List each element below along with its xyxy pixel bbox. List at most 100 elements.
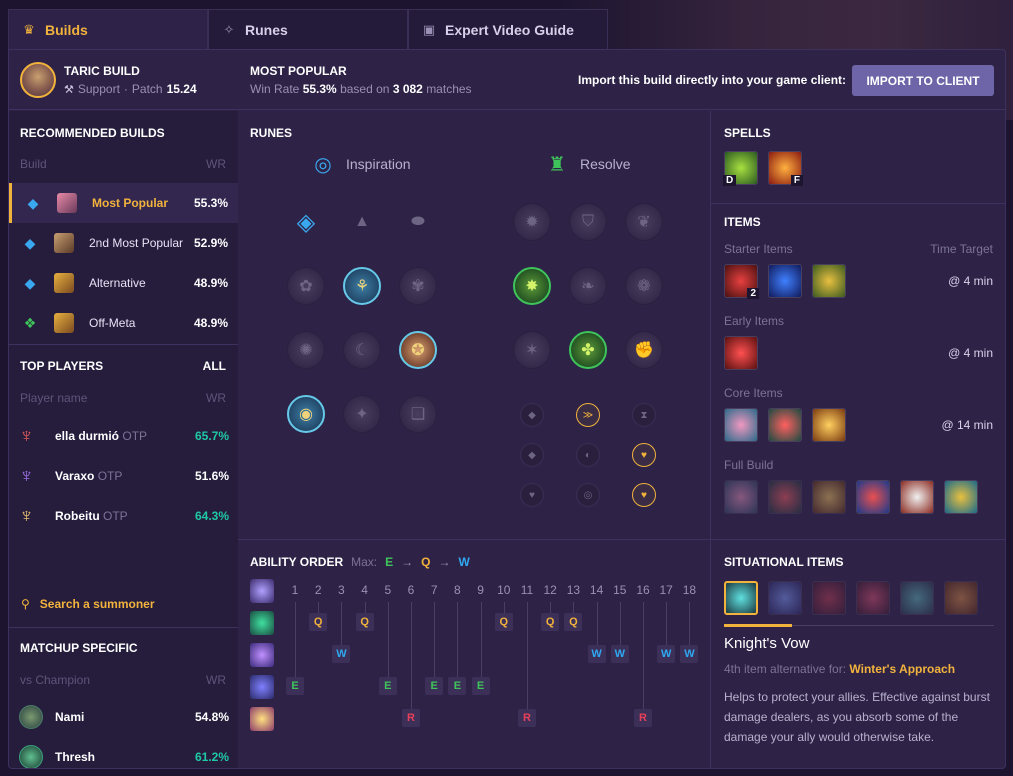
item-early[interactable] xyxy=(724,336,758,370)
ability-level-w-cell: W xyxy=(587,645,606,663)
shard-ability-haste-icon[interactable]: ⧗ xyxy=(632,403,656,427)
item-full-build[interactable] xyxy=(856,480,890,514)
summoner-spell-flash[interactable]: F xyxy=(768,151,803,186)
keystone-rune[interactable]: ⬬ xyxy=(399,203,437,241)
rune-slot[interactable]: ❁ xyxy=(625,267,663,305)
time-target-label: Time Target xyxy=(930,242,993,256)
shard-health-scaling-icon-selected[interactable]: ♥ xyxy=(632,483,656,507)
item-icon xyxy=(57,193,77,213)
player-row[interactable]: ♆ Varaxo OTP 51.6% xyxy=(19,461,229,491)
search-summoner-link[interactable]: ⚲ Search a summoner xyxy=(21,597,155,611)
rune-slot[interactable]: ✾ xyxy=(399,267,437,305)
ability-level-number: 3 xyxy=(338,583,345,597)
ability-level-number: 15 xyxy=(613,583,627,597)
rune-slot[interactable]: ☾ xyxy=(343,331,381,369)
shard-move-speed-icon[interactable]: ◐ xyxy=(576,443,600,467)
situational-item-description: Helps to protect your allies. Effective … xyxy=(724,690,990,744)
patch-value: 15.24 xyxy=(166,82,197,96)
ability-level-number: 6 xyxy=(407,583,415,597)
item-situational[interactable] xyxy=(856,581,890,615)
rune-slot[interactable]: ✹ xyxy=(513,203,551,241)
build-row-2nd-most-popular[interactable]: ◆ 2nd Most Popular 52.9% xyxy=(9,223,238,263)
item-situational[interactable] xyxy=(812,581,846,615)
item-core[interactable] xyxy=(812,408,846,442)
divider xyxy=(9,344,238,345)
matchup-row-nami[interactable]: Nami 54.8% xyxy=(19,702,229,732)
matchup-row-thresh[interactable]: Thresh 61.2% xyxy=(19,742,229,768)
ability-level-r-cell: R xyxy=(402,709,420,727)
ability-level-line xyxy=(666,602,668,645)
keystone-rune[interactable]: ▲ xyxy=(343,203,381,241)
rune-slot[interactable]: ⛉ xyxy=(569,203,607,241)
rune-slot-selected[interactable]: ✸ xyxy=(513,267,551,305)
ability-level-q-cell: Q xyxy=(494,613,513,631)
ability-level-number: 13 xyxy=(566,583,581,597)
ability-level-number: 17 xyxy=(659,583,673,597)
rune-slot[interactable]: ✶ xyxy=(513,331,551,369)
ability-level-number: 11 xyxy=(520,583,534,597)
item-core[interactable] xyxy=(768,408,802,442)
player-row[interactable]: ♆ ella durmió OTP 65.7% xyxy=(19,421,229,451)
item-full-build[interactable] xyxy=(812,480,846,514)
item-knights-vow-selected[interactable] xyxy=(724,581,758,615)
item-full-build[interactable] xyxy=(768,480,802,514)
inspiration-rune-icon: ◆ xyxy=(24,234,36,251)
rune-slot-selected[interactable]: ✤ xyxy=(569,331,607,369)
rune-slot[interactable]: ✦ xyxy=(343,395,381,433)
recommended-builds-title: RECOMMENDED BUILDS xyxy=(20,126,165,140)
build-row-most-popular[interactable]: ◆ Most Popular 55.3% xyxy=(9,183,238,223)
build-row-off-meta[interactable]: ❖ Off-Meta 48.9% xyxy=(9,303,238,343)
item-full-build[interactable] xyxy=(944,480,978,514)
tab-runes[interactable]: ✧ Runes xyxy=(208,9,408,49)
ability-level-line xyxy=(295,602,296,677)
shard-adaptive-icon[interactable]: ◆ xyxy=(520,403,544,427)
ability-level-line xyxy=(387,602,389,677)
rune-slot[interactable]: ❧ xyxy=(569,267,607,305)
player-row[interactable]: ♆ Robeitu OTP 64.3% xyxy=(19,501,229,531)
item-situational[interactable] xyxy=(768,581,802,615)
ability-level-r-cell: R xyxy=(634,709,652,727)
rune-slot[interactable]: ❦ xyxy=(625,203,663,241)
build-row-alternative[interactable]: ◆ Alternative 48.9% xyxy=(9,263,238,303)
summoner-spell-exhaust[interactable]: D xyxy=(723,151,758,186)
item-full-build[interactable] xyxy=(724,480,758,514)
alternative-item-link[interactable]: Winter's Approach xyxy=(849,662,955,676)
rune-slot[interactable]: ❏ xyxy=(399,395,437,433)
section-separator xyxy=(238,539,710,540)
import-to-client-button[interactable]: IMPORT TO CLIENT xyxy=(852,65,994,96)
rune-slot[interactable]: ✺ xyxy=(287,331,325,369)
ability-level-w-cell: W xyxy=(332,645,351,663)
shard-attack-speed-icon-selected[interactable]: ≫ xyxy=(576,403,600,427)
secondary-rune-tree[interactable]: ♜ Resolve xyxy=(544,151,631,177)
ability-level-number: 5 xyxy=(384,583,392,597)
item-health-potion[interactable]: 2 xyxy=(724,264,759,299)
item-ward[interactable] xyxy=(768,264,802,298)
tab-builds[interactable]: ♛ Builds xyxy=(8,9,208,49)
shard-adaptive-icon[interactable]: ◆ xyxy=(520,443,544,467)
section-separator xyxy=(710,203,1005,204)
item-core[interactable] xyxy=(724,408,758,442)
ability-level-line xyxy=(318,602,320,613)
item-situational[interactable] xyxy=(900,581,934,615)
rune-slot[interactable]: ✊ xyxy=(625,331,663,369)
starter-time: @ 4 min xyxy=(948,274,993,288)
rune-slot-selected[interactable]: ⚘ xyxy=(343,267,381,305)
shard-health-scaling-icon-selected[interactable]: ♥ xyxy=(632,443,656,467)
rune-slot[interactable]: ✿ xyxy=(287,267,325,305)
all-players-link[interactable]: ALL xyxy=(203,359,226,373)
tab-expert-video-guide[interactable]: ▣ Expert Video Guide xyxy=(408,9,608,49)
primary-rune-tree[interactable]: ◎ Inspiration xyxy=(310,151,410,177)
keystone-rune-selected[interactable]: ◈ xyxy=(287,203,325,241)
item-full-build[interactable] xyxy=(900,480,934,514)
item-support-starter[interactable] xyxy=(812,264,846,298)
shard-tenacity-icon[interactable]: ◎ xyxy=(576,483,600,507)
champion-meta: ⚒ Support · Patch 15.24 xyxy=(64,82,197,96)
item-situational[interactable] xyxy=(944,581,978,615)
role-label: Support xyxy=(77,82,120,96)
shard-health-icon[interactable]: ♥ xyxy=(520,483,544,507)
ability-level-w-cell: W xyxy=(680,645,699,663)
rune-slot-selected[interactable]: ✪ xyxy=(399,331,437,369)
rune-slot-selected[interactable]: ◉ xyxy=(287,395,325,433)
ability-order-title: ABILITY ORDER xyxy=(250,555,344,569)
ability-level-number: 7 xyxy=(430,583,438,597)
